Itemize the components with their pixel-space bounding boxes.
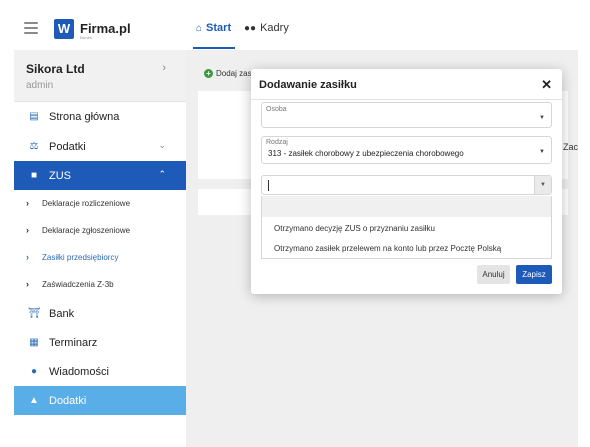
sidebar-item-label: Strona główna xyxy=(49,111,120,123)
modal-dialog: Dodawanie zasiłku ✕ Osoba ▼ Rodzaj 313 -… xyxy=(251,69,562,294)
sidebar-item-podatki[interactable]: ⚖ Podatki ⌄ xyxy=(14,132,186,161)
sidebar-subitem-label: Deklaracje zgłoszeniowe xyxy=(42,226,131,235)
chevron-right-icon: › xyxy=(26,198,29,208)
dropdown-list: Otrzymano decyzję ZUS o przyznaniu zasił… xyxy=(261,196,552,259)
save-button[interactable]: Zapisz xyxy=(516,265,552,284)
sidebar-item-label: Terminarz xyxy=(49,337,98,349)
top-bar: W Firma.pl Biznes ⌂ Start ●● Kadry xyxy=(0,0,590,50)
add-button[interactable]: + Dodaj zas xyxy=(204,69,252,78)
tab-kadry-label: Kadry xyxy=(260,22,289,34)
chevron-down-icon: ⌄ xyxy=(158,140,166,150)
sidebar-item-terminarz[interactable]: ▦ Terminarz xyxy=(14,328,186,357)
sidebar-item-label: ZUS xyxy=(49,170,71,182)
sidebar-item-zus[interactable]: ■ ZUS ⌃ xyxy=(14,161,186,190)
sidebar-subitem-label: Zaświadczenia Z-3b xyxy=(42,280,114,289)
rodzaj-label: Rodzaj xyxy=(266,139,288,146)
chevron-right-icon: › xyxy=(26,252,29,262)
menu-icon[interactable] xyxy=(24,22,38,34)
users-icon: ●● xyxy=(244,23,257,34)
logo-icon: W xyxy=(54,19,74,39)
chat-icon: ● xyxy=(30,366,38,377)
dropdown-option-empty[interactable] xyxy=(262,196,551,217)
company-switcher[interactable]: Sikora Ltd admin › xyxy=(14,50,186,102)
caret-down-icon: ▼ xyxy=(539,149,545,155)
sidebar-item-strona-glowna[interactable]: ▤ Strona główna xyxy=(14,102,186,131)
sidebar-subitem-deklaracje-rozliczeniowe[interactable]: › Deklaracje rozliczeniowe xyxy=(14,190,186,217)
divider xyxy=(251,99,562,100)
tab-start-label: Start xyxy=(206,22,232,34)
chevron-right-icon: › xyxy=(162,62,166,74)
caret-down-icon: ▼ xyxy=(539,115,545,121)
sidebar-item-bank[interactable]: ⛩ Bank xyxy=(14,299,186,328)
osoba-label: Osoba xyxy=(266,106,287,113)
dashboard-icon: ▤ xyxy=(29,111,39,122)
sidebar-subitem-label: Zasiłki przedsiębiorcy xyxy=(42,253,119,262)
sidebar-item-wiadomosci[interactable]: ● Wiadomości xyxy=(14,357,186,386)
tab-start[interactable]: ⌂ Start xyxy=(196,22,231,34)
rodzaj-value: 313 - zasiłek chorobowy z ubezpieczenia … xyxy=(268,149,464,158)
plus-icon: + xyxy=(204,69,213,78)
sidebar-item-label: Podatki xyxy=(49,141,86,153)
background-text: Zac xyxy=(563,142,579,152)
home-icon: ⌂ xyxy=(196,23,203,34)
sidebar-subitem-zaswiadczenia[interactable]: › Zaświadczenia Z-3b xyxy=(14,271,186,298)
add-button-label: Dodaj zas xyxy=(216,69,252,78)
sidebar: Sikora Ltd admin › ▤ Strona główna ⚖ Pod… xyxy=(14,50,186,447)
text-cursor xyxy=(268,180,269,191)
brand-name: Firma.pl xyxy=(80,21,131,36)
calendar-icon: ▦ xyxy=(29,337,39,348)
chevron-up-icon: ⌃ xyxy=(158,169,166,179)
sidebar-subitem-label: Deklaracje rozliczeniowe xyxy=(42,199,131,208)
chevron-right-icon: › xyxy=(26,225,29,235)
sidebar-item-label: Dodatki xyxy=(49,395,87,407)
sidebar-subitem-deklaracje-zgloszeniowe[interactable]: › Deklaracje zgłoszeniowe xyxy=(14,217,186,244)
company-name: Sikora Ltd xyxy=(26,62,85,76)
dropdown-option[interactable]: Otrzymano zasiłek przelewem na konto lub… xyxy=(274,244,501,253)
puzzle-icon: ▲ xyxy=(29,395,39,406)
caret-down-icon: ▼ xyxy=(540,182,546,188)
active-tab-indicator xyxy=(193,47,235,49)
sidebar-item-dodatki[interactable]: ▲ Dodatki xyxy=(14,386,186,415)
dropdown-option[interactable]: Otrzymano decyzję ZUS o przyznaniu zasił… xyxy=(274,224,435,233)
tab-kadry[interactable]: ●● Kadry xyxy=(244,22,289,34)
dropdown-toggle[interactable]: ▼ xyxy=(534,176,551,194)
company-user: admin xyxy=(26,80,54,91)
sidebar-item-label: Wiadomości xyxy=(49,366,109,378)
zus-icon: ■ xyxy=(30,170,38,181)
close-icon[interactable]: ✕ xyxy=(541,77,552,93)
chevron-right-icon: › xyxy=(26,279,29,289)
osoba-select[interactable]: Osoba ▼ xyxy=(261,102,552,128)
modal-title: Dodawanie zasiłku xyxy=(259,79,357,91)
status-select-input[interactable]: ▼ xyxy=(261,175,552,195)
cancel-button[interactable]: Anuluj xyxy=(477,265,510,284)
sidebar-subitem-zasilki[interactable]: › Zasiłki przedsiębiorcy xyxy=(14,244,186,271)
rodzaj-select[interactable]: Rodzaj 313 - zasiłek chorobowy z ubezpie… xyxy=(261,136,552,164)
sidebar-item-label: Bank xyxy=(49,308,75,320)
brand-sub: Biznes xyxy=(80,35,93,40)
scale-icon: ⚖ xyxy=(29,141,39,152)
bank-icon: ⛩ xyxy=(28,308,41,319)
